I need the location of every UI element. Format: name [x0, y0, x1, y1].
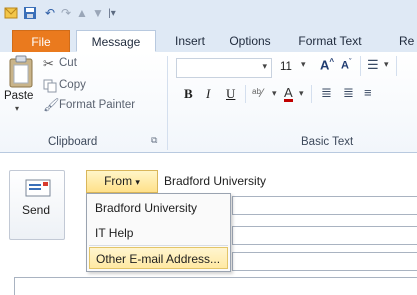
separator	[396, 56, 397, 76]
format-painter-button[interactable]: 🖌 Format Painter	[40, 97, 164, 114]
from-label: From	[104, 174, 133, 188]
copy-icon	[43, 79, 57, 93]
send-button[interactable]: Send	[9, 170, 65, 240]
group-divider	[167, 56, 168, 150]
message-body[interactable]	[14, 277, 417, 295]
paste-label: Paste	[4, 90, 34, 102]
clipboard-group-label: Clipboard	[48, 136, 98, 148]
chevron-down-icon: ▾	[262, 61, 267, 71]
format-painter-label: Format Painter	[59, 99, 136, 111]
chevron-down-icon: ▾	[15, 104, 20, 113]
font-color-icon[interactable]: A	[284, 86, 293, 102]
bullets-icon[interactable]: ☰	[367, 57, 379, 73]
menu-item-it-help[interactable]: IT Help	[89, 222, 228, 244]
to-field[interactable]	[232, 196, 417, 215]
shrink-font-icon[interactable]: Aˇ	[341, 59, 351, 72]
align-center-icon[interactable]: ≣	[343, 85, 354, 101]
cut-label: Cut	[59, 57, 77, 69]
subject-field[interactable]	[232, 252, 417, 271]
grow-font-icon[interactable]: A^	[320, 57, 334, 72]
chevron-down-icon[interactable]: ▾	[272, 88, 277, 99]
tab-review[interactable]: Re	[399, 30, 417, 52]
undo-icon[interactable]: ↶	[42, 5, 58, 21]
menu-separator	[89, 245, 228, 246]
copy-label: Copy	[59, 79, 86, 91]
cut-button[interactable]: ✂ Cut	[40, 56, 120, 72]
chevron-down-icon[interactable]: ▾	[301, 59, 306, 70]
tab-insert[interactable]: Insert	[168, 30, 212, 52]
from-dropdown-menu: Bradford University IT Help Other E-mail…	[86, 193, 231, 272]
scissors-icon: ✂	[43, 56, 54, 71]
redo-icon[interactable]: ↷	[58, 5, 74, 21]
font-size-value[interactable]: 11	[280, 61, 292, 73]
chevron-down-icon: ▾	[135, 177, 140, 187]
customize-qat-icon[interactable]: |▾	[104, 5, 120, 21]
font-name-combobox[interactable]: ▾	[176, 58, 272, 78]
menu-item-bradford-university[interactable]: Bradford University	[89, 197, 228, 219]
tab-format-text[interactable]: Format Text	[290, 30, 370, 52]
paste-button[interactable]: Paste ▾	[4, 55, 36, 119]
outlook-app-icon[interactable]	[3, 5, 19, 21]
underline-button[interactable]: U	[226, 86, 235, 102]
send-envelope-icon	[25, 179, 51, 197]
save-icon[interactable]	[22, 5, 38, 21]
format-painter-icon: 🖌	[43, 97, 60, 112]
separator	[360, 56, 361, 76]
menu-item-other-email-address[interactable]: Other E-mail Address...	[89, 247, 228, 269]
chevron-down-icon[interactable]: ▾	[384, 59, 389, 70]
up-arrow-icon[interactable]: ▲	[74, 5, 90, 21]
copy-button[interactable]: Copy	[40, 78, 120, 94]
from-address-value: Bradford University	[164, 174, 267, 188]
highlight-icon[interactable]: ᵃᵇ⁄	[252, 86, 263, 100]
cc-field[interactable]	[232, 226, 417, 245]
tab-message[interactable]: Message	[76, 30, 156, 52]
paste-icon	[9, 55, 33, 88]
tab-options[interactable]: Options	[224, 30, 276, 52]
align-left-icon[interactable]: ≣	[321, 85, 332, 101]
bold-button[interactable]: B	[184, 86, 193, 102]
italic-button[interactable]: I	[206, 86, 210, 102]
send-label: Send	[22, 203, 51, 217]
separator	[311, 85, 312, 103]
align-right-icon[interactable]: ≡	[364, 85, 372, 100]
chevron-down-icon[interactable]: ▾	[299, 88, 304, 99]
from-button[interactable]: From ▾	[86, 170, 158, 193]
basic-text-group-label: Basic Text	[301, 136, 354, 148]
dialog-launcher-icon[interactable]: ⧉	[151, 135, 157, 146]
separator	[245, 85, 246, 103]
tab-file[interactable]: File	[12, 30, 70, 52]
